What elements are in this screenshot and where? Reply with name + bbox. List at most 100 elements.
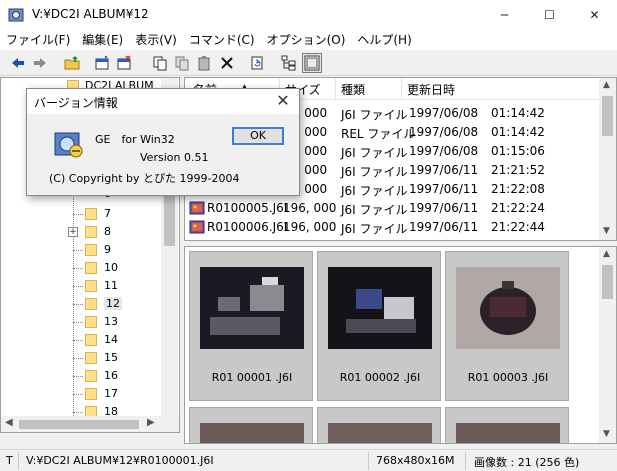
tree-item-label: 16 xyxy=(104,369,118,382)
status-separator xyxy=(18,452,19,470)
tree-connector xyxy=(73,340,83,341)
file-row[interactable]: R0100006.J6I 196, 000 J6I ファイル 1997/06/1… xyxy=(185,218,599,237)
close-button[interactable]: ✕ xyxy=(572,0,617,30)
back-button[interactable] xyxy=(8,53,28,73)
status-bar: T V:¥DC2I ALBUM¥12¥R0100001.J6I 768x480x… xyxy=(0,449,617,471)
folder-icon xyxy=(85,388,97,400)
thumbnail-view-button[interactable] xyxy=(302,53,322,73)
folder-icon xyxy=(85,352,97,364)
delete-window-button[interactable] xyxy=(114,53,134,73)
tree-hscroll-thumb[interactable] xyxy=(19,420,139,429)
column-separator[interactable] xyxy=(401,78,402,100)
minimize-button[interactable]: ─ xyxy=(482,0,527,30)
tree-connector xyxy=(73,286,83,287)
tree-horizontal-scrollbar[interactable]: ◀ ▶ xyxy=(1,416,179,432)
file-type: J6I ファイル xyxy=(341,165,408,179)
column-header-type[interactable]: 種類 xyxy=(341,81,365,98)
new-window-button[interactable] xyxy=(92,53,112,73)
menu-view[interactable]: 表示(V) xyxy=(129,30,183,50)
status-separator xyxy=(465,452,466,470)
copy-button[interactable] xyxy=(150,53,170,73)
menu-options[interactable]: オプション(O) xyxy=(261,30,352,50)
menu-file[interactable]: ファイル(F) xyxy=(0,30,76,50)
tree-view-icon xyxy=(281,55,296,71)
tree-item-12[interactable]: 12 xyxy=(1,296,161,314)
window-title: V:¥DC2I ALBUM¥12 xyxy=(32,7,149,21)
thumbnail-pane[interactable]: R01 00001 .J6I R01 00002 .J6I R01 00003 … xyxy=(184,246,617,444)
file-time: 21:21:52 xyxy=(491,163,545,177)
refresh-icon xyxy=(251,56,263,70)
folder-icon xyxy=(85,262,97,274)
scroll-up-icon[interactable]: ▲ xyxy=(603,249,610,259)
scroll-up-icon[interactable]: ▲ xyxy=(603,80,610,90)
dialog-close-button[interactable]: ✕ xyxy=(273,91,293,111)
paste-icon xyxy=(198,56,210,71)
thumbnail-item[interactable]: R01 00002 .J6I xyxy=(317,251,441,401)
tree-item-label: 11 xyxy=(104,279,118,292)
scroll-down-icon[interactable]: ▼ xyxy=(603,429,610,439)
folder-open-icon xyxy=(85,298,97,310)
expand-plus-icon[interactable]: + xyxy=(68,227,78,237)
tree-item-label: 8 xyxy=(104,225,111,238)
column-separator[interactable] xyxy=(335,78,336,100)
tree-item-14[interactable]: 14 xyxy=(1,332,161,350)
tree-item-16[interactable]: 16 xyxy=(1,368,161,386)
maximize-button[interactable]: ☐ xyxy=(527,0,572,30)
menu-help[interactable]: ヘルプ(H) xyxy=(351,30,417,50)
tree-item-13[interactable]: 13 xyxy=(1,314,161,332)
tree-item-8[interactable]: +8 xyxy=(1,224,161,242)
tree-item-label: 14 xyxy=(104,333,118,346)
thumbnail-item[interactable] xyxy=(189,407,313,443)
toolbar xyxy=(0,50,617,76)
scroll-right-icon[interactable]: ▶ xyxy=(147,417,155,428)
file-list-scroll-thumb[interactable] xyxy=(602,96,613,136)
file-date: 1997/06/11 xyxy=(409,163,479,177)
delete-button[interactable] xyxy=(217,53,237,73)
menu-edit[interactable]: 編集(E) xyxy=(76,30,129,50)
file-date: 1997/06/11 xyxy=(409,182,479,196)
ok-button[interactable]: OK xyxy=(232,127,284,145)
tree-item-9[interactable]: 9 xyxy=(1,242,161,260)
thumbnail-item[interactable] xyxy=(317,407,441,443)
tree-item-15[interactable]: 15 xyxy=(1,350,161,368)
file-time: 01:14:42 xyxy=(491,106,545,120)
menu-command[interactable]: コマンド(C) xyxy=(183,30,261,50)
file-size: 196, 000 xyxy=(283,220,337,234)
thumbnail-image xyxy=(456,423,560,443)
tree-connector xyxy=(73,304,83,305)
move-button[interactable] xyxy=(172,53,192,73)
tree-connector xyxy=(73,394,83,395)
title-bar: V:¥DC2I ALBUM¥12 ─ ☐ ✕ xyxy=(0,0,617,30)
folder-icon xyxy=(85,208,97,220)
thumbnail-scroll-thumb[interactable] xyxy=(602,265,613,299)
tree-item-11[interactable]: 11 xyxy=(1,278,161,296)
up-folder-button[interactable] xyxy=(62,53,82,73)
forward-button[interactable] xyxy=(30,53,50,73)
tree-item-10[interactable]: 10 xyxy=(1,260,161,278)
tree-item-17[interactable]: 17 xyxy=(1,386,161,404)
thumbnail-item[interactable] xyxy=(445,407,569,443)
thumbnail-item[interactable]: R01 00003 .J6I xyxy=(445,251,569,401)
thumbnail-item[interactable]: R01 00001 .J6I xyxy=(189,251,313,401)
file-list-scrollbar[interactable]: ▲ ▼ xyxy=(599,78,616,240)
column-header-date[interactable]: 更新日時 xyxy=(407,81,455,98)
status-image-count: 画像数 : 21 (256 色) xyxy=(474,456,580,469)
delete-x-icon xyxy=(221,57,233,69)
paste-button[interactable] xyxy=(194,53,214,73)
thumbnail-caption: R01 00001 .J6I xyxy=(211,371,293,384)
thumbnail-caption: R01 00002 .J6I xyxy=(339,371,421,384)
app-logo-icon xyxy=(54,132,83,158)
tree-connector xyxy=(73,412,83,413)
thumbnail-scrollbar[interactable]: ▲ ▼ xyxy=(599,247,616,443)
refresh-button[interactable] xyxy=(247,53,267,73)
file-date: 1997/06/08 xyxy=(409,125,479,139)
file-size: 196, 000 xyxy=(283,201,337,215)
file-row[interactable]: R0100005.J6I 196, 000 J6I ファイル 1997/06/1… xyxy=(185,199,599,218)
tree-connector xyxy=(73,358,83,359)
scroll-left-icon[interactable]: ◀ xyxy=(5,417,13,428)
tree-item-7[interactable]: 7 xyxy=(1,206,161,224)
scroll-down-icon[interactable]: ▼ xyxy=(603,226,610,236)
file-date: 1997/06/11 xyxy=(409,201,479,215)
tree-view-button[interactable] xyxy=(279,53,299,73)
thumbnail-image xyxy=(200,423,304,443)
